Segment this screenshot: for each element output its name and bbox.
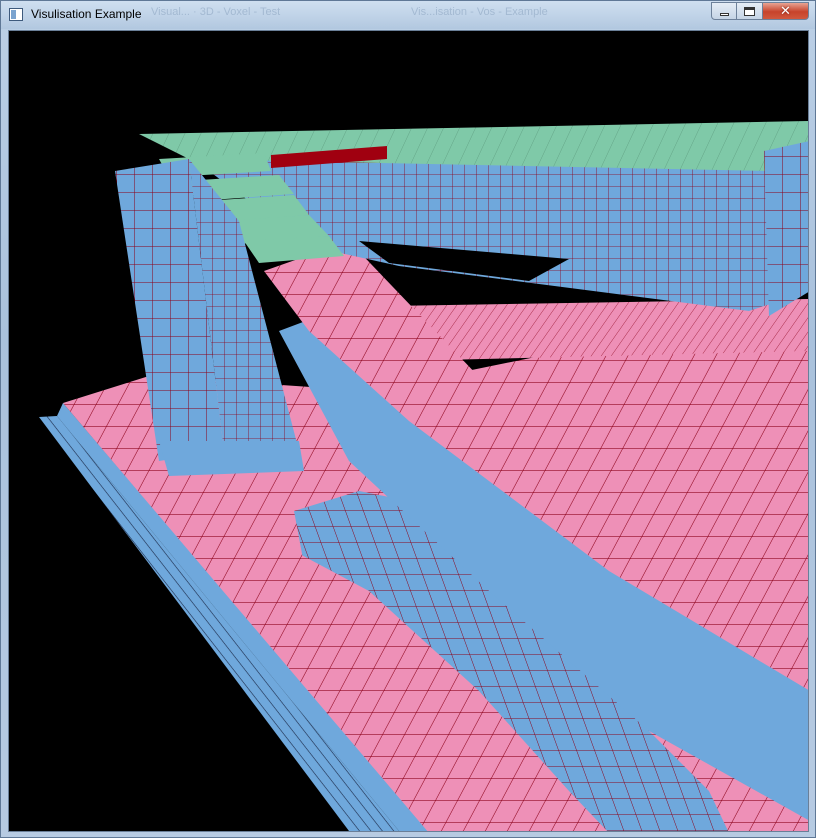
maximize-button[interactable] [737, 2, 763, 20]
minimize-icon [719, 12, 729, 16]
minimize-button[interactable] [711, 2, 737, 20]
back-wall-right [764, 141, 808, 316]
maximize-icon [744, 6, 755, 16]
app-icon[interactable] [9, 8, 23, 21]
close-icon: ✕ [780, 3, 791, 19]
window-title: Visulisation Example [31, 7, 142, 21]
app-window: Visulisation Example Visual... · 3D - Vo… [0, 0, 816, 838]
caption-buttons: ✕ [711, 2, 809, 21]
tower-left-base [159, 441, 304, 476]
title-bar[interactable]: Visulisation Example Visual... · 3D - Vo… [1, 1, 815, 29]
background-window-title: Vis...isation - Vos - Example [411, 6, 548, 18]
render-viewport[interactable] [8, 30, 809, 832]
voxel-scene [39, 121, 808, 831]
close-button[interactable]: ✕ [763, 2, 809, 20]
background-window-title: Visual... · 3D - Voxel - Test [151, 6, 281, 18]
